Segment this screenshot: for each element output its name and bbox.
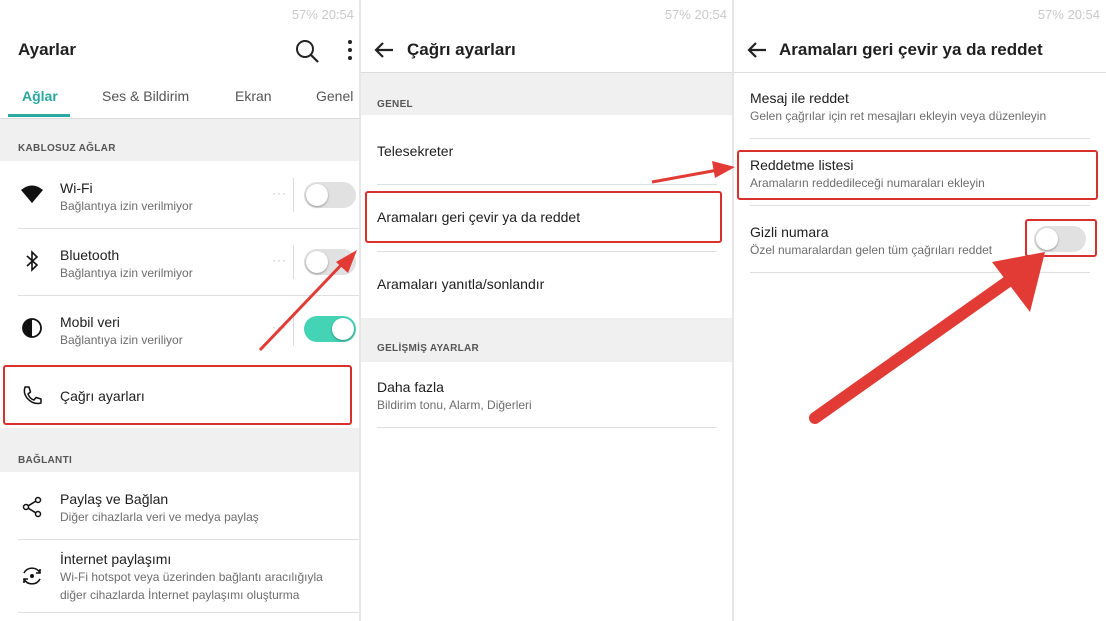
reject-calls-panel: 57% 20:54 Aramaları geri çevir ya da red… — [734, 0, 1106, 621]
setting-title: Mobil veri — [60, 314, 120, 330]
tethering-icon — [23, 567, 41, 585]
setting-row-answer-end[interactable]: Aramaları yanıtla/sonlandır — [361, 252, 733, 318]
setting-subtitle: Bağlantıya izin verilmiyor — [60, 199, 193, 213]
setting-row-share-connect[interactable]: Paylaş ve Bağlan Diğer cihazlarla veri v… — [0, 473, 360, 539]
more-options-icon[interactable]: ··· — [272, 186, 287, 200]
status-bar: 57% 20:54 — [734, 0, 1106, 30]
divider — [750, 272, 1090, 273]
highlight-box — [1025, 219, 1097, 257]
tab-sound-notification[interactable]: Ses & Bildirim — [102, 88, 189, 104]
setting-row-wifi[interactable]: Wi-Fi Bağlantıya izin verilmiyor ··· — [0, 162, 360, 228]
setting-subtitle: Bağlantıya izin verilmiyor — [60, 266, 193, 280]
setting-row-bluetooth[interactable]: Bluetooth Bağlantıya izin verilmiyor ··· — [0, 229, 360, 295]
setting-subtitle: Bildirim tonu, Alarm, Diğerleri — [377, 398, 532, 412]
highlight-box — [3, 365, 352, 425]
setting-title: Bluetooth — [60, 247, 120, 263]
setting-row-mobile-data[interactable]: Mobil veri Bağlantıya izin veriliyor ··· — [0, 296, 360, 362]
app-bar: Çağrı ayarları — [361, 30, 733, 72]
status-text: 57% 20:54 — [664, 7, 727, 22]
setting-title: Gizli numara — [750, 224, 829, 240]
divider — [18, 612, 360, 613]
status-bar: 57% 20:54 — [361, 0, 733, 30]
tab-display[interactable]: Ekran — [235, 88, 272, 104]
separator — [293, 245, 294, 279]
bluetooth-icon — [26, 250, 39, 272]
highlight-box — [737, 150, 1098, 200]
section-header-general: GENEL — [361, 73, 733, 115]
setting-subtitle: Bağlantıya izin veriliyor — [60, 333, 183, 347]
section-header-connection: BAĞLANTI — [0, 428, 360, 472]
setting-title: Daha fazla — [377, 379, 444, 395]
divider — [377, 427, 717, 428]
setting-title: Mesaj ile reddet — [750, 90, 849, 106]
setting-subtitle: diğer cihazlarda İnternet paylaşımı oluş… — [60, 588, 300, 602]
section-header-advanced: GELİŞMİŞ AYARLAR — [361, 318, 733, 362]
setting-title: İnternet paylaşımı — [60, 551, 172, 567]
section-header-wireless: KABLOSUZ AĞLAR — [0, 119, 360, 161]
tab-general[interactable]: Genel — [316, 88, 353, 104]
separator — [293, 178, 294, 212]
setting-title: Aramaları yanıtla/sonlandır — [377, 276, 545, 292]
call-settings-panel: 57% 20:54 Çağrı ayarları GENEL Telesekre… — [361, 0, 733, 621]
setting-row-more[interactable]: Daha fazla Bildirim tonu, Alarm, Diğerle… — [361, 363, 733, 427]
bluetooth-toggle[interactable] — [304, 249, 356, 275]
setting-row-voicemail[interactable]: Telesekreter — [361, 116, 733, 184]
more-menu-icon[interactable] — [344, 38, 356, 64]
setting-row-reject-with-message[interactable]: Mesaj ile reddet Gelen çağrılar için ret… — [734, 73, 1106, 139]
more-options-icon[interactable]: ··· — [272, 320, 287, 334]
tab-networks[interactable]: Ağlar — [22, 88, 58, 104]
tab-bar: Ağlar Ses & Bildirim Ekran Genel — [0, 78, 360, 118]
setting-subtitle: Özel numaralardan gelen tüm çağrıları re… — [750, 243, 993, 257]
mobile-data-icon — [22, 318, 42, 338]
back-arrow-icon[interactable] — [746, 39, 768, 61]
app-bar: Ayarlar — [0, 30, 360, 72]
app-bar: Aramaları geri çevir ya da reddet — [734, 30, 1106, 72]
status-bar: 57% 20:54 — [0, 0, 360, 30]
page-title: Aramaları geri çevir ya da reddet — [779, 40, 1043, 59]
setting-subtitle: Wi-Fi hotspot veya üzerinden bağlantı ar… — [60, 570, 323, 584]
search-icon[interactable] — [294, 38, 320, 64]
status-text: 57% 20:54 — [291, 7, 354, 22]
setting-subtitle: Gelen çağrılar için ret mesajları ekleyi… — [750, 109, 1047, 123]
wifi-icon — [21, 185, 43, 203]
share-icon — [22, 496, 42, 518]
setting-title: Paylaş ve Bağlan — [60, 491, 169, 507]
setting-title: Wi-Fi — [60, 180, 93, 196]
page-title: Ayarlar — [18, 40, 76, 59]
page-title: Çağrı ayarları — [407, 40, 516, 59]
mobile-data-toggle[interactable] — [304, 316, 356, 342]
setting-subtitle: Diğer cihazlarla veri ve medya paylaş — [60, 510, 259, 524]
highlight-box — [365, 191, 722, 243]
settings-panel: 57% 20:54 Ayarlar Ağlar Ses & Bildirim E… — [0, 0, 360, 621]
active-tab-indicator — [8, 114, 70, 117]
status-text: 57% 20:54 — [1037, 7, 1100, 22]
back-arrow-icon[interactable] — [373, 39, 395, 61]
wifi-toggle[interactable] — [304, 182, 356, 208]
setting-row-tethering[interactable]: İnternet paylaşımı Wi-Fi hotspot veya üz… — [0, 540, 360, 612]
more-options-icon[interactable]: ··· — [272, 253, 287, 267]
separator — [293, 312, 294, 346]
setting-title: Telesekreter — [377, 143, 454, 159]
